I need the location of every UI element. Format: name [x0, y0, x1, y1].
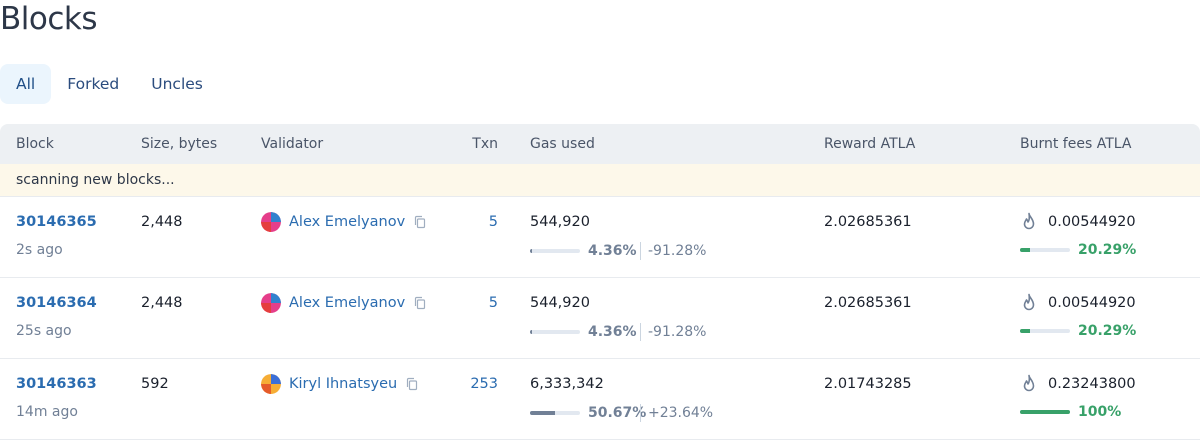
burnt-fees-cell: 0.00544920 [1020, 293, 1136, 313]
tab-uncles[interactable]: Uncles [135, 64, 219, 104]
fire-icon [1023, 293, 1035, 311]
burnt-fees-value: 0.00544920 [1048, 214, 1136, 230]
block-number-link[interactable]: 30146364 [16, 295, 97, 311]
copy-icon[interactable] [413, 296, 427, 310]
burnt-fees-line: 100% [1020, 404, 1121, 420]
tab-all[interactable]: All [0, 64, 52, 104]
reward-value: 2.02685361 [824, 214, 912, 230]
fire-icon [1023, 212, 1035, 230]
reward-value: 2.02685361 [824, 295, 912, 311]
gas-used-value: 544,920 [530, 214, 590, 230]
burnt-fees-line: 20.29% [1020, 242, 1136, 258]
divider [640, 242, 641, 260]
burnt-fees-cell: 0.23243800 [1020, 374, 1136, 394]
page-title: Blocks [0, 1, 98, 37]
blocks-table: Block Size, bytes Validator Txn Gas used… [0, 124, 1200, 440]
txn-count-link[interactable]: 5 [489, 214, 498, 230]
gas-usage-bar [530, 330, 580, 334]
validator-avatar [261, 293, 281, 313]
gas-usage-bar [530, 411, 580, 415]
gas-usage-line: 50.67% +23.64% [530, 404, 713, 422]
gas-target-delta: -91.28% [648, 324, 707, 340]
gas-usage-line: 4.36% -91.28% [530, 242, 706, 260]
table-row: 30146364 25s ago 2,448 Alex Emelyanov 5 … [0, 278, 1200, 359]
burnt-fees-bar [1020, 248, 1070, 252]
copy-icon[interactable] [413, 215, 427, 229]
block-size: 2,448 [141, 295, 183, 311]
table-row: 30146363 14m ago 592 Kiryl Ihnatsyeu 253… [0, 359, 1200, 440]
gas-target-delta: +23.64% [648, 405, 714, 421]
burnt-fees-value: 0.23243800 [1048, 376, 1136, 392]
burnt-fees-percent: 100% [1078, 404, 1122, 420]
burnt-fees-value: 0.00544920 [1048, 295, 1136, 311]
header-txn: Txn [472, 136, 498, 152]
gas-usage-percent: 4.36% [588, 243, 637, 259]
block-size: 592 [141, 376, 169, 392]
block-type-tabs: All Forked Uncles [0, 64, 219, 104]
burnt-fees-bar [1020, 410, 1070, 414]
validator-avatar [261, 212, 281, 232]
gas-usage-percent: 4.36% [588, 324, 637, 340]
validator-cell: Kiryl Ihnatsyeu [261, 374, 419, 394]
divider [640, 323, 641, 341]
gas-target-delta: -91.28% [648, 243, 707, 259]
header-validator: Validator [261, 136, 324, 152]
divider [640, 404, 641, 422]
tab-forked[interactable]: Forked [51, 64, 135, 104]
gas-usage-bar [530, 249, 580, 253]
table-row: 30146365 2s ago 2,448 Alex Emelyanov 5 5… [0, 197, 1200, 278]
burnt-fees-percent: 20.29% [1078, 323, 1137, 339]
validator-cell: Alex Emelyanov [261, 293, 427, 313]
gas-used-value: 544,920 [530, 295, 590, 311]
block-number-link[interactable]: 30146363 [16, 376, 97, 392]
burnt-fees-percent: 20.29% [1078, 242, 1137, 258]
block-number-link[interactable]: 30146365 [16, 214, 97, 230]
header-size: Size, bytes [141, 136, 218, 152]
validator-avatar [261, 374, 281, 394]
header-block: Block [16, 136, 54, 152]
block-age: 2s ago [16, 242, 63, 258]
scanning-text: scanning new blocks... [16, 172, 175, 188]
scanning-notice: scanning new blocks... [0, 164, 1200, 197]
block-size: 2,448 [141, 214, 183, 230]
validator-name-link[interactable]: Alex Emelyanov [289, 214, 405, 230]
gas-usage-percent: 50.67% [588, 405, 647, 421]
validator-cell: Alex Emelyanov [261, 212, 427, 232]
txn-count-link[interactable]: 5 [489, 295, 498, 311]
block-age: 14m ago [16, 404, 78, 420]
table-header: Block Size, bytes Validator Txn Gas used… [0, 124, 1200, 164]
gas-usage-line: 4.36% -91.28% [530, 323, 706, 341]
burnt-fees-line: 20.29% [1020, 323, 1136, 339]
burnt-fees-cell: 0.00544920 [1020, 212, 1136, 232]
validator-name-link[interactable]: Alex Emelyanov [289, 295, 405, 311]
header-burnt-fees: Burnt fees ATLA [1020, 136, 1132, 152]
copy-icon[interactable] [405, 377, 419, 391]
header-reward: Reward ATLA [824, 136, 916, 152]
header-gas-used: Gas used [530, 136, 595, 152]
burnt-fees-bar [1020, 329, 1070, 333]
validator-name-link[interactable]: Kiryl Ihnatsyeu [289, 376, 397, 392]
reward-value: 2.01743285 [824, 376, 912, 392]
gas-used-value: 6,333,342 [530, 376, 604, 392]
txn-count-link[interactable]: 253 [470, 376, 498, 392]
fire-icon [1023, 374, 1035, 392]
block-age: 25s ago [16, 323, 72, 339]
